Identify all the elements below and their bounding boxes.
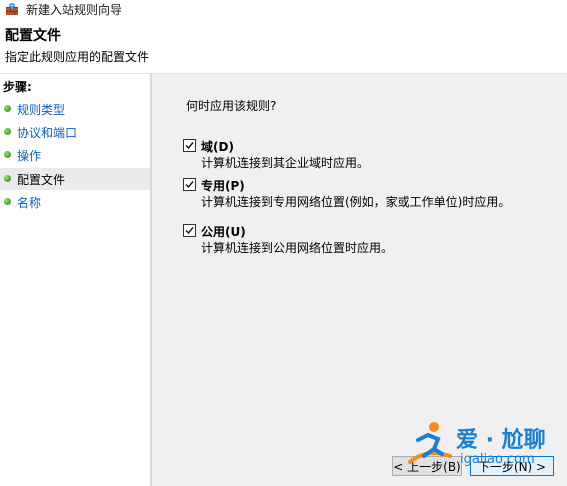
title-bar: 新建入站规则向导 [0, 0, 567, 18]
check-icon [185, 181, 194, 189]
domain-checkbox[interactable] [183, 139, 196, 152]
runner-logo-icon [408, 422, 452, 464]
step-complete-icon [4, 151, 11, 158]
option-private: 专用(P) 计算机连接到专用网络位置(例如，家或工作单位)时应用。 [183, 178, 563, 218]
sidebar-item-rule-type[interactable]: 规则类型 [0, 98, 150, 120]
step-current-icon [4, 175, 11, 182]
option-public: 公用(U) 计算机连接到公用网络位置时应用。 [183, 224, 563, 264]
check-icon [185, 227, 194, 235]
check-icon [185, 142, 194, 150]
sidebar-item-label: 协议和端口 [17, 126, 78, 140]
wizard-header: 配置文件 指定此规则应用的配置文件 [0, 18, 567, 73]
private-description: 计算机连接到专用网络位置(例如，家或工作单位)时应用。 [201, 195, 511, 209]
public-label[interactable]: 公用(U) [201, 223, 246, 240]
steps-heading: 步骤: [3, 80, 32, 94]
private-checkbox[interactable] [183, 178, 196, 191]
firewall-icon [5, 2, 19, 16]
option-domain: 域(D) 计算机连接到其企业域时应用。 [183, 139, 563, 179]
sidebar-item-name[interactable]: 名称 [0, 191, 150, 213]
sidebar-item-profile[interactable]: 配置文件 [0, 168, 150, 190]
step-complete-icon [4, 198, 11, 205]
sidebar-item-protocol-ports[interactable]: 协议和端口 [0, 121, 150, 143]
steps-sidebar: 步骤: 规则类型 协议和端口 操作 配置文件 名称 [0, 74, 151, 486]
watermark-text: 爱 · 尬聊 [456, 428, 546, 453]
public-checkbox[interactable] [183, 224, 196, 237]
sidebar-item-label: 操作 [17, 149, 42, 163]
watermark-url: igaliao.com [460, 452, 535, 467]
page-subtitle: 指定此规则应用的配置文件 [5, 50, 150, 64]
window-title: 新建入站规则向导 [26, 3, 123, 17]
question-label: 何时应用该规则? [186, 99, 277, 113]
watermark: 爱 · 尬聊 igaliao.com [404, 418, 564, 478]
sidebar-item-action[interactable]: 操作 [0, 144, 150, 166]
domain-description: 计算机连接到其企业域时应用。 [201, 156, 370, 170]
step-complete-icon [4, 105, 11, 112]
public-description: 计算机连接到公用网络位置时应用。 [201, 241, 394, 255]
private-label[interactable]: 专用(P) [201, 177, 245, 194]
sidebar-item-label: 配置文件 [17, 173, 66, 187]
sidebar-item-label: 规则类型 [17, 103, 66, 117]
step-complete-icon [4, 128, 11, 135]
domain-label[interactable]: 域(D) [201, 138, 234, 155]
page-title: 配置文件 [5, 28, 61, 44]
sidebar-item-label: 名称 [17, 196, 42, 210]
